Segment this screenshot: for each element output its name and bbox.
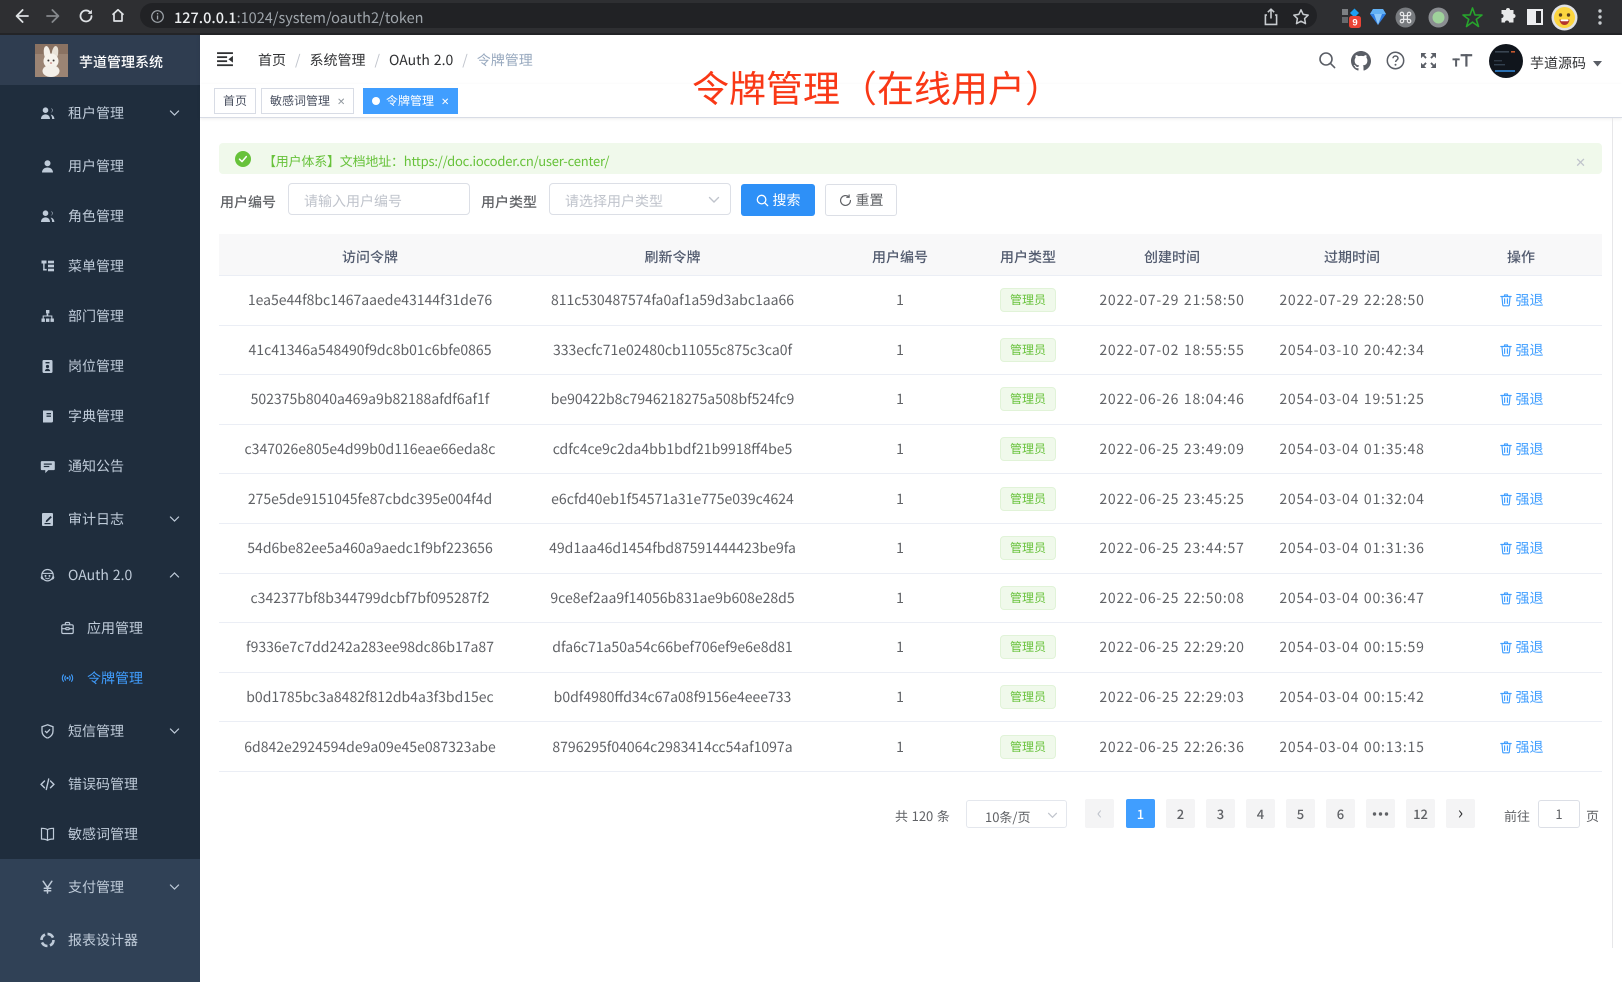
svg-text:9: 9 — [1352, 17, 1357, 28]
